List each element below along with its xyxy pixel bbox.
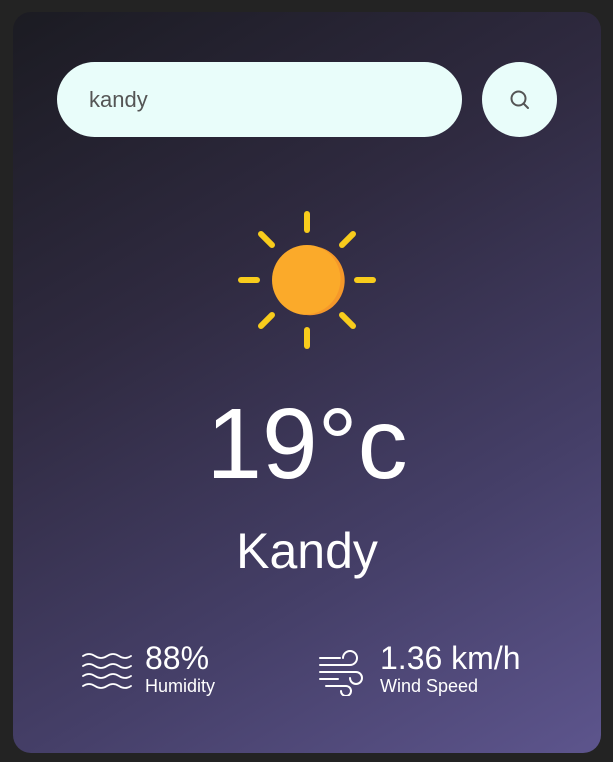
humidity-waves-icon: [82, 652, 132, 689]
humidity-value: 88%: [145, 640, 210, 676]
temperature: 19°c: [206, 388, 408, 500]
city-name: Kandy: [236, 523, 378, 579]
wind-label: Wind Speed: [380, 675, 479, 696]
wind-value: 1.36 km/h: [380, 640, 521, 676]
sun-icon: [238, 211, 376, 349]
humidity-text: 88% Humidity: [145, 640, 216, 697]
wind-icon: [319, 649, 363, 696]
weather-card: 19°c Kandy 88% Humidity 1: [13, 12, 601, 753]
search-button[interactable]: [482, 62, 557, 137]
wind-stat: 1.36 km/h Wind Speed: [316, 640, 521, 697]
humidity-label: Humidity: [145, 675, 216, 696]
humidity-stat: 88% Humidity: [81, 640, 216, 697]
search-input[interactable]: [57, 62, 462, 137]
search-icon: [510, 90, 529, 109]
wind-text: 1.36 km/h Wind Speed: [380, 640, 521, 697]
